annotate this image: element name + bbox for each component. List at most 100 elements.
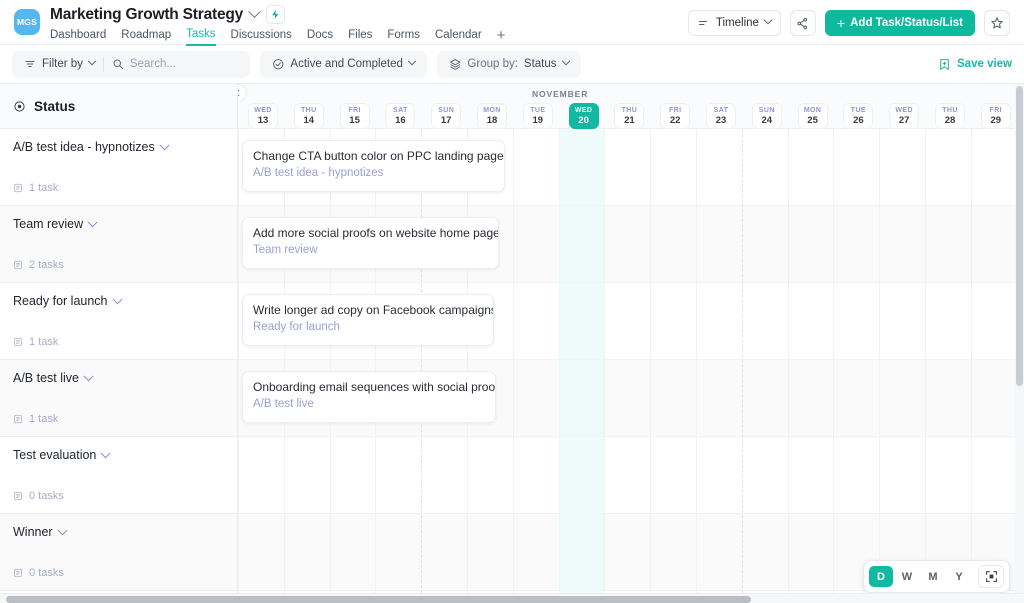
fullscreen-icon — [985, 570, 998, 583]
search-cell[interactable] — [104, 58, 246, 70]
date-cell[interactable]: MON 18 — [477, 103, 507, 129]
header-titles: Marketing Growth Strategy Dashboard Road… — [50, 5, 505, 46]
week-boundary-line — [741, 129, 743, 603]
header-actions: Timeline + Add Task/Status/List — [687, 10, 1010, 36]
radio-target-icon — [13, 100, 26, 113]
nav-item-forms[interactable]: Forms — [387, 29, 420, 45]
search-icon — [112, 58, 124, 70]
task-card[interactable]: Write longer ad copy on Facebook campaig… — [242, 294, 494, 346]
nav-item-files[interactable]: Files — [348, 29, 372, 45]
status-group-row[interactable]: Ready for launch 1 task — [0, 283, 237, 360]
date-cell-today[interactable]: WED 20 — [568, 103, 599, 129]
zoom-option-y[interactable]: Y — [947, 566, 971, 587]
date-cell[interactable]: FRI 29 — [980, 103, 1011, 129]
task-card[interactable]: Change CTA button color on PPC landing p… — [242, 140, 505, 192]
sidebar-header: Status — [0, 84, 237, 129]
month-label: NOVEMBER — [531, 89, 589, 99]
search-input[interactable] — [129, 58, 238, 70]
task-card-status: Ready for launch — [253, 321, 340, 333]
date-cell[interactable]: FRI 15 — [339, 103, 370, 129]
date-cell[interactable]: MON 25 — [797, 103, 828, 129]
zoom-option-w[interactable]: W — [895, 566, 919, 587]
date-cell-dow: WED — [574, 107, 593, 114]
task-card[interactable]: Add more social proofs on website home p… — [242, 217, 499, 269]
date-cell[interactable]: TUE 19 — [522, 103, 553, 129]
week-boundary-line — [421, 129, 423, 603]
status-group-count-label: 2 tasks — [29, 259, 64, 271]
vertical-scrollbar[interactable] — [1015, 84, 1024, 603]
favorite-button[interactable] — [984, 10, 1010, 36]
status-group-row[interactable]: A/B test idea - hypnotizes 1 task — [0, 129, 237, 206]
status-group-row[interactable]: Winner 0 tasks — [0, 514, 237, 591]
status-group-count: 1 task — [13, 413, 224, 436]
horizontal-scrollbar[interactable] — [0, 593, 1024, 603]
group-by-button[interactable]: Group by: Status — [441, 56, 577, 71]
date-cell-number: 24 — [761, 115, 773, 126]
status-group-name-row: Winner — [13, 524, 224, 539]
task-card-title: Add more social proofs on website home p… — [253, 226, 499, 240]
task-card-title: Change CTA button color on PPC landing p… — [253, 149, 505, 163]
save-view-button[interactable]: Save view — [938, 58, 1012, 71]
zoom-scale-options: DWMY — [869, 566, 971, 587]
date-cell[interactable]: SUN 24 — [751, 103, 782, 129]
date-cell[interactable]: WED 13 — [248, 103, 278, 129]
chevron-down-icon[interactable] — [248, 5, 261, 23]
zoom-option-m[interactable]: M — [921, 566, 945, 587]
status-group-name: Ready for launch — [13, 294, 108, 308]
date-cell[interactable]: THU 21 — [614, 103, 645, 129]
nav-item-calendar[interactable]: Calendar — [435, 29, 482, 45]
date-cell-number: 18 — [486, 115, 498, 126]
status-group-count: 1 task — [13, 182, 224, 205]
share-button[interactable] — [789, 10, 816, 36]
date-cell-dow: THU — [942, 107, 958, 114]
status-group-row[interactable]: A/B test live 1 task — [0, 360, 237, 437]
lightning-bolt-icon[interactable] — [266, 5, 286, 24]
date-cell[interactable]: TUE 26 — [843, 103, 874, 129]
filter-by-button[interactable]: Filter by — [16, 56, 103, 70]
date-cell[interactable]: SUN 17 — [431, 103, 462, 129]
nav-item-tasks[interactable]: Tasks — [186, 28, 216, 46]
vertical-scrollbar-thumb[interactable] — [1016, 86, 1023, 386]
date-cell-dow: SAT — [713, 107, 729, 114]
date-cell-dow: WED — [895, 107, 913, 114]
view-switcher-button[interactable]: Timeline — [687, 10, 781, 36]
chevron-down-icon[interactable] — [57, 524, 68, 538]
date-cell-dow: SUN — [438, 107, 455, 114]
date-cell[interactable]: WED 27 — [889, 103, 920, 129]
fullscreen-button[interactable] — [978, 565, 1004, 588]
zoom-option-d[interactable]: D — [869, 566, 893, 587]
status-group-name-row: A/B test live — [13, 370, 224, 385]
task-card-status: Team review — [253, 244, 318, 256]
chevron-down-icon[interactable] — [159, 139, 170, 153]
nav-item-roadmap[interactable]: Roadmap — [121, 29, 171, 45]
date-cell-number: 21 — [624, 115, 635, 126]
horizontal-scrollbar-thumb[interactable] — [6, 596, 751, 603]
date-cell-dow: MON — [803, 107, 822, 114]
date-cell[interactable]: FRI 22 — [660, 103, 691, 129]
date-cell[interactable]: SAT 23 — [706, 103, 736, 129]
zoom-control: DWMY — [863, 560, 1010, 593]
task-card[interactable]: Onboarding email sequences with social p… — [242, 371, 496, 423]
chevron-down-icon[interactable] — [100, 447, 111, 461]
share-nodes-icon — [796, 17, 809, 30]
timeline-prev-button[interactable] — [238, 84, 247, 102]
status-group-row[interactable]: Team review 2 tasks — [0, 206, 237, 283]
date-cell-dow: SUN — [758, 107, 775, 114]
nav-item-dashboard[interactable]: Dashboard — [50, 29, 106, 45]
date-cell-dow: TUE — [530, 107, 546, 114]
date-cell-number: 23 — [715, 115, 727, 126]
add-tab-button[interactable]: + — [497, 28, 506, 44]
add-task-status-list-button[interactable]: + Add Task/Status/List — [824, 10, 975, 36]
nav-item-docs[interactable]: Docs — [307, 29, 333, 45]
status-group-row[interactable]: Test evaluation 0 tasks — [0, 437, 237, 514]
chevron-down-icon[interactable] — [87, 216, 98, 230]
date-cell[interactable]: SAT 16 — [385, 103, 416, 129]
chevron-down-icon[interactable] — [112, 293, 122, 307]
date-cell[interactable]: THU 14 — [293, 103, 324, 129]
active-completed-filter[interactable]: Active and Completed — [264, 56, 423, 71]
status-group-count-label: 1 task — [29, 413, 59, 425]
add-button-label: Add Task/Status/List — [850, 17, 963, 29]
chevron-down-icon[interactable] — [83, 370, 94, 384]
nav-item-discussions[interactable]: Discussions — [231, 29, 292, 45]
date-cell[interactable]: THU 28 — [935, 103, 965, 129]
